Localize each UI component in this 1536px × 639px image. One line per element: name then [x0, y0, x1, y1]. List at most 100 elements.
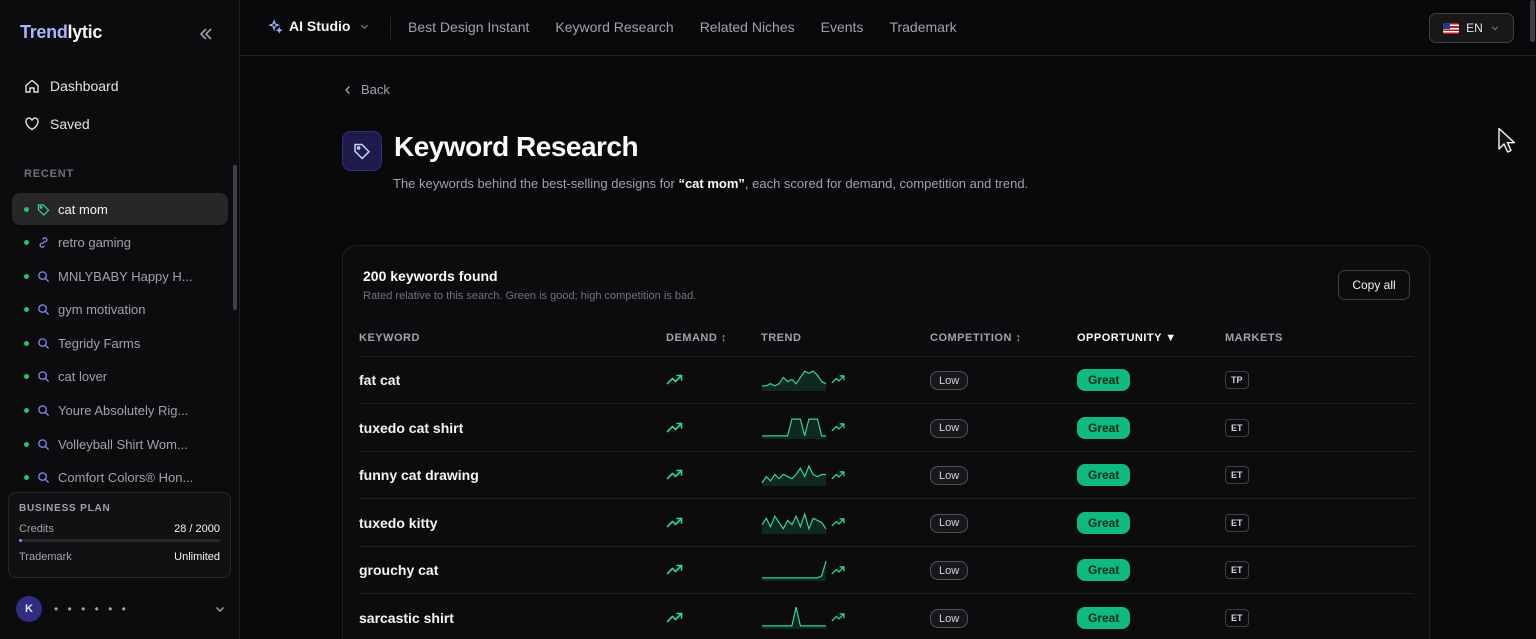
trending-up-icon [831, 562, 846, 575]
table-row[interactable]: fat cat Low Great TP [359, 357, 1414, 404]
search-icon [38, 472, 50, 483]
ai-studio-label: AI Studio [289, 18, 351, 34]
credits-progress-bar [19, 539, 220, 542]
competition-badge: Low [930, 466, 969, 486]
sidebar-item-saved[interactable]: Saved [14, 107, 220, 141]
recent-item[interactable]: MNLYBABY Happy H... [12, 260, 228, 292]
collapse-sidebar-icon[interactable] [196, 24, 216, 44]
recent-item[interactable]: retro gaming [12, 227, 228, 259]
recent-list[interactable]: cat mom retro gaming MNLYBABY Happy H...… [12, 193, 228, 483]
table-row[interactable]: tuxedo kitty Low Great ET [359, 500, 1414, 547]
opportunity-badge: Great [1077, 607, 1131, 629]
language-select[interactable]: EN [1429, 13, 1514, 43]
back-label: Back [361, 82, 390, 97]
plan-card: BUSINESS PLAN Credits 28 / 2000 Trademar… [8, 492, 231, 578]
keyword-text: sarcastic shirt [359, 610, 454, 626]
brand-part-2: lytic [67, 22, 103, 42]
keywords-subtitle: Rated relative to this search. Green is … [363, 290, 697, 302]
description-text: The keywords behind the best-selling des… [393, 176, 679, 191]
recent-item[interactable]: Tegridy Farms [12, 327, 228, 359]
market-badge: ET [1225, 466, 1249, 485]
search-icon [38, 338, 50, 349]
recent-item[interactable]: Comfort Colors® Hon... [12, 462, 228, 483]
nav-link-best-design-instant[interactable]: Best Design Instant [408, 19, 529, 35]
column-header-competition[interactable]: COMPETITION ↕ [930, 332, 1021, 344]
search-term: “cat mom” [678, 176, 745, 191]
top-nav: Best Design Instant Keyword Research Rel… [408, 19, 957, 35]
keywords-count: 200 keywords found [363, 268, 498, 284]
competition-badge: Low [930, 418, 969, 438]
user-menu[interactable]: K • • • • • • [16, 596, 226, 622]
trending-up-icon [831, 610, 846, 623]
page-scrollbar[interactable] [1530, 0, 1535, 42]
credits-progress-fill [19, 539, 22, 542]
recent-item-cat-mom[interactable]: cat mom [12, 193, 228, 225]
credits-label: Credits [19, 523, 54, 535]
competition-badge: Low [930, 513, 969, 533]
search-icon [38, 270, 50, 282]
search-icon [38, 371, 50, 383]
trending-up-icon [831, 515, 846, 528]
table-row[interactable]: funny cat drawing Low Great ET [359, 452, 1414, 500]
status-dot [24, 307, 29, 313]
market-badge: ET [1225, 418, 1249, 437]
nav-link-events[interactable]: Events [821, 19, 864, 35]
trademark-label: Trademark [19, 551, 72, 563]
status-dot [24, 240, 29, 246]
table-row[interactable]: sarcastic shirt Low Great ET [359, 595, 1414, 639]
chevron-down-icon [1491, 26, 1499, 31]
recent-item[interactable]: cat lover [12, 361, 228, 393]
ai-studio-menu[interactable]: AI Studio [268, 18, 370, 34]
sidebar-scrollbar[interactable] [233, 165, 237, 310]
recent-item[interactable]: gym motivation [12, 294, 228, 326]
trend-sparkline [762, 561, 827, 582]
divider [390, 17, 391, 39]
status-dot [24, 206, 29, 212]
column-header-demand[interactable]: DEMAND ↕ [666, 332, 727, 344]
competition-badge: Low [930, 371, 969, 390]
user-name: • • • • • • [54, 602, 129, 616]
nav-link-trademark[interactable]: Trademark [889, 19, 956, 35]
heart-icon [25, 117, 39, 131]
sidebar-item-label: Dashboard [50, 78, 119, 94]
search-icon [38, 304, 50, 316]
page-title: Keyword Research [394, 131, 639, 162]
nav-link-keyword-research[interactable]: Keyword Research [555, 19, 673, 35]
recent-item-label: gym motivation [58, 302, 146, 318]
table-row[interactable]: tuxedo cat shirt Low Great ET [359, 405, 1414, 452]
status-dot [24, 441, 29, 447]
trend-sparkline [762, 606, 826, 629]
trend-sparkline [762, 370, 827, 391]
recent-item-label: Tegridy Farms [58, 335, 141, 351]
trend-sparkline [761, 464, 826, 487]
keywords-card: 200 keywords found Rated relative to thi… [342, 245, 1430, 639]
nav-link-related-niches[interactable]: Related Niches [700, 19, 795, 35]
column-header-trend: TREND [761, 332, 802, 344]
trending-up-icon [831, 372, 846, 385]
sparkle-icon [268, 18, 283, 34]
back-link[interactable]: Back [343, 82, 390, 97]
opportunity-badge: Great [1077, 559, 1131, 582]
opportunity-badge: Great [1077, 369, 1131, 391]
trending-up-icon [666, 562, 684, 576]
recent-item-label: Comfort Colors® Hon... [58, 470, 194, 483]
recent-item-label: cat mom [58, 201, 108, 217]
trend-sparkline [761, 511, 827, 534]
trademark-value: Unlimited [174, 551, 220, 563]
sidebar-item-dashboard[interactable]: Dashboard [14, 69, 220, 103]
recent-item-label: MNLYBABY Happy H... [58, 268, 193, 284]
column-header-opportunity[interactable]: OPPORTUNITY ▼ [1077, 332, 1177, 344]
table-row[interactable]: grouchy cat Low Great ET [359, 547, 1414, 595]
brand-logo[interactable]: Trendlytic [20, 22, 102, 43]
column-header-markets: MARKETS [1225, 332, 1283, 344]
plan-title: BUSINESS PLAN [19, 503, 111, 514]
market-badge: ET [1225, 561, 1249, 580]
opportunity-badge: Great [1077, 464, 1131, 487]
recent-item[interactable]: Volleyball Shirt Wom... [12, 428, 228, 460]
description-text: , each scored for demand, competition an… [744, 176, 1029, 191]
market-badge: ET [1225, 609, 1249, 627]
recent-item[interactable]: Youre Absolutely Rig... [12, 395, 228, 427]
copy-all-button[interactable]: Copy all [1338, 270, 1410, 300]
keyword-text: tuxedo cat shirt [359, 419, 464, 436]
trending-up-icon [666, 467, 684, 481]
